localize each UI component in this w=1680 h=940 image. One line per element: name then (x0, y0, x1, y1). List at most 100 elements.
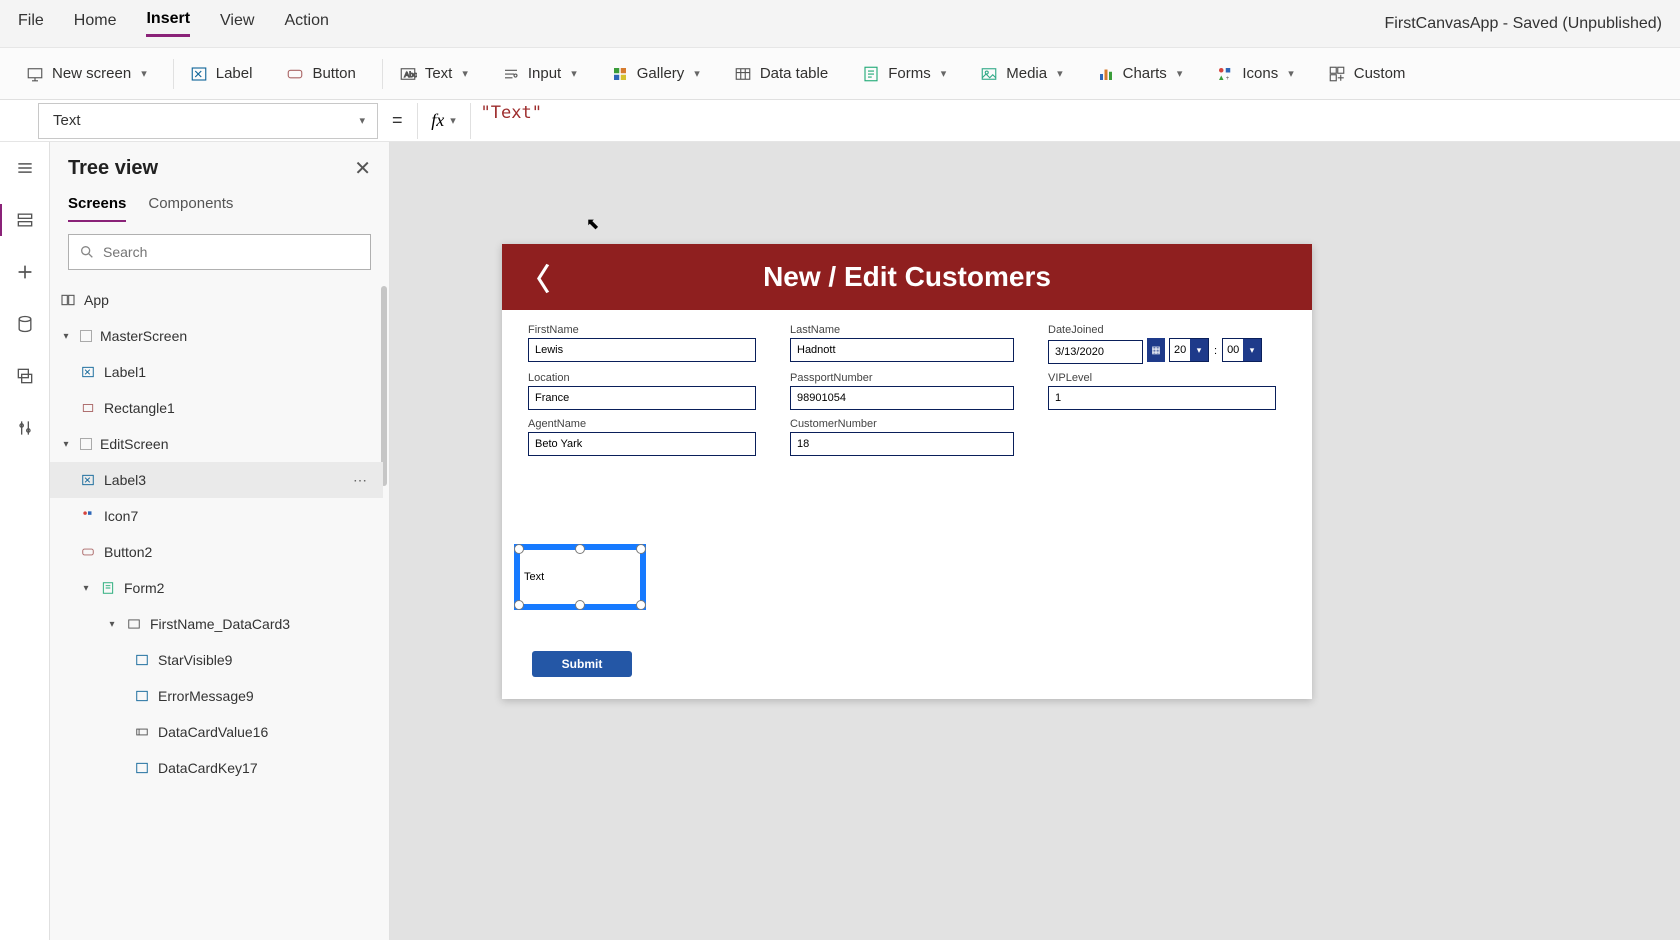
field-passport: PassportNumber (790, 372, 1014, 410)
button-button[interactable]: Button (274, 59, 367, 89)
menu-file[interactable]: File (18, 12, 44, 36)
tree-node-datacardkey17[interactable]: DataCardKey17 (50, 750, 383, 786)
tree-node-errormessage9[interactable]: ErrorMessage9 (50, 678, 383, 714)
media-menu[interactable]: Media▾ (968, 59, 1074, 89)
hamburger-icon[interactable] (13, 156, 37, 180)
menu-view[interactable]: View (220, 12, 254, 36)
icons-menu[interactable]: + Icons▾ (1204, 59, 1305, 89)
text-menu[interactable]: Abc Text▾ (387, 59, 480, 89)
resize-handle[interactable] (636, 544, 646, 554)
tree-search[interactable] (68, 234, 371, 270)
icons-icon: + (1216, 65, 1234, 83)
tree-node-icon7[interactable]: Icon7 (50, 498, 383, 534)
label-button[interactable]: Label (178, 59, 265, 89)
chevron-down-icon: ▾ (941, 67, 947, 80)
media-tab[interactable] (13, 364, 37, 388)
hour-combo[interactable]: 20▾ (1169, 338, 1209, 362)
agentname-input[interactable] (528, 432, 756, 456)
tree-node-starvisible9[interactable]: StarVisible9 (50, 642, 383, 678)
minute-combo[interactable]: 00▾ (1222, 338, 1262, 362)
forms-icon (862, 65, 880, 83)
data-tab[interactable] (13, 312, 37, 336)
chevron-down-icon: ▾ (462, 67, 468, 80)
label-icon (80, 472, 96, 488)
chevron-down-icon[interactable]: ▾ (80, 583, 92, 594)
tree-node-form2[interactable]: ▾ Form2 (50, 570, 383, 606)
viplevel-input[interactable] (1048, 386, 1276, 410)
forms-menu[interactable]: Forms▾ (850, 59, 958, 89)
tab-components[interactable]: Components (148, 195, 233, 222)
gallery-menu[interactable]: Gallery▾ (599, 59, 712, 89)
checkbox[interactable] (80, 330, 92, 342)
tree-view-title: Tree view (68, 157, 158, 180)
tools-tab[interactable] (13, 416, 37, 440)
chevron-down-icon: ▾ (1243, 339, 1261, 361)
edit-screen-canvas[interactable]: 〈 New / Edit Customers FirstName LastNam… (502, 244, 1312, 699)
screen-icon (26, 65, 44, 83)
tree-search-input[interactable] (103, 244, 360, 260)
app-title: FirstCanvasApp - Saved (Unpublished) (1385, 15, 1662, 33)
icon-icon (80, 508, 96, 524)
tree-node-firstname-datacard3[interactable]: ▾ FirstName_DataCard3 (50, 606, 383, 642)
chevron-down-icon: ▾ (571, 67, 577, 80)
tree-node-button2[interactable]: Button2 (50, 534, 383, 570)
tree-view-panel: Tree view ✕ Screens Components App ▾ Mas… (50, 142, 390, 940)
tree-node-masterscreen[interactable]: ▾ MasterScreen (50, 318, 383, 354)
chevron-down-icon[interactable]: ▾ (60, 439, 72, 450)
charts-icon (1097, 65, 1115, 83)
search-icon (79, 244, 95, 260)
form-body: FirstName LastName DateJoined ▦ 20▾ : 00… (502, 310, 1312, 470)
calendar-icon[interactable]: ▦ (1147, 338, 1165, 362)
resize-handle[interactable] (514, 544, 524, 554)
label-text: Text (524, 571, 544, 583)
tree-node-label3[interactable]: Label3 ⋯ (50, 462, 383, 498)
tree-view-tab[interactable] (13, 208, 37, 232)
tree-node-label1[interactable]: Label1 (50, 354, 383, 390)
more-icon[interactable]: ⋯ (353, 472, 367, 489)
datacard-icon (126, 616, 142, 632)
selected-label-control[interactable]: Text (514, 544, 646, 610)
equals-label: = (392, 110, 403, 131)
resize-handle[interactable] (514, 600, 524, 610)
submit-button[interactable]: Submit (532, 651, 632, 677)
label-icon (190, 65, 208, 83)
passport-input[interactable] (790, 386, 1014, 410)
lastname-input[interactable] (790, 338, 1014, 362)
label-icon (134, 688, 150, 704)
input-icon (502, 65, 520, 83)
chevron-down-icon[interactable]: ▾ (60, 331, 72, 342)
date-input[interactable] (1048, 340, 1143, 364)
tree-node-editscreen[interactable]: ▾ EditScreen (50, 426, 383, 462)
menu-action[interactable]: Action (284, 12, 328, 36)
tree-node-datacardvalue16[interactable]: DataCardValue16 (50, 714, 383, 750)
formula-input[interactable]: "Text" (471, 103, 1680, 139)
property-selector[interactable]: Text ▾ (38, 103, 378, 139)
cursor-icon: ⬉ (586, 214, 599, 234)
svg-text:+: + (1226, 76, 1230, 82)
tab-screens[interactable]: Screens (68, 195, 126, 222)
charts-menu[interactable]: Charts▾ (1085, 59, 1195, 89)
menu-home[interactable]: Home (74, 12, 117, 36)
label-icon (134, 760, 150, 776)
menu-insert[interactable]: Insert (146, 10, 190, 37)
resize-handle[interactable] (575, 544, 585, 554)
firstname-input[interactable] (528, 338, 756, 362)
close-icon[interactable]: ✕ (354, 156, 371, 181)
chevron-down-icon[interactable]: ▾ (106, 619, 118, 630)
fx-button[interactable]: fx▾ (417, 103, 471, 139)
tree-node-app[interactable]: App (50, 282, 383, 318)
insert-tab[interactable] (13, 260, 37, 284)
input-menu[interactable]: Input▾ (490, 59, 589, 89)
resize-handle[interactable] (575, 600, 585, 610)
back-icon[interactable]: 〈 (520, 255, 550, 299)
location-input[interactable] (528, 386, 756, 410)
tree-node-rectangle1[interactable]: Rectangle1 (50, 390, 383, 426)
chevron-down-icon: ▾ (1288, 67, 1294, 80)
checkbox[interactable] (80, 438, 92, 450)
resize-handle[interactable] (636, 600, 646, 610)
canvas-area[interactable]: ⬉ 〈 New / Edit Customers FirstName LastN… (390, 142, 1680, 940)
data-table-button[interactable]: Data table (722, 59, 840, 89)
new-screen-button[interactable]: New screen▾ (14, 59, 159, 89)
customernumber-input[interactable] (790, 432, 1014, 456)
custom-menu[interactable]: Custom (1316, 59, 1418, 89)
